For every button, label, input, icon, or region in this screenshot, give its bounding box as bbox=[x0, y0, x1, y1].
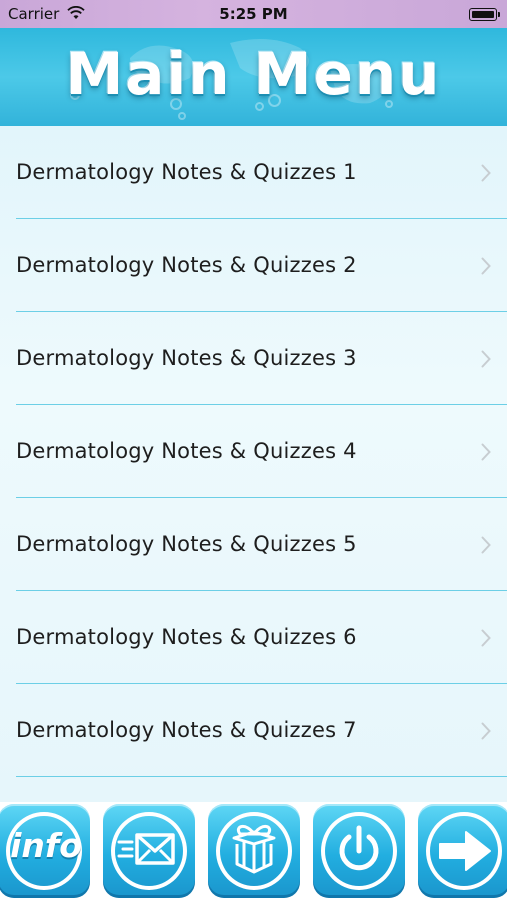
menu-item-label: Dermatology Notes & Quizzes 4 bbox=[16, 439, 357, 463]
power-icon bbox=[339, 825, 379, 871]
header-banner: Main Menu bbox=[0, 28, 507, 126]
arrow-right-icon bbox=[439, 831, 491, 871]
battery-icon bbox=[469, 8, 500, 21]
menu-item-7[interactable]: Dermatology Notes & Quizzes 7 bbox=[0, 684, 507, 777]
chevron-right-icon bbox=[481, 443, 491, 461]
chevron-right-icon bbox=[481, 629, 491, 647]
menu-item-label: Dermatology Notes & Quizzes 6 bbox=[16, 625, 357, 649]
chevron-right-icon bbox=[481, 722, 491, 740]
menu-item-label: Dermatology Notes & Quizzes 3 bbox=[16, 346, 357, 370]
gift-button[interactable] bbox=[208, 804, 300, 898]
menu-item-label: Dermatology Notes & Quizzes 5 bbox=[16, 532, 357, 556]
chevron-right-icon bbox=[481, 350, 491, 368]
info-button[interactable]: info bbox=[0, 804, 90, 898]
bottom-toolbar: info bbox=[0, 802, 507, 900]
chevron-right-icon bbox=[481, 164, 491, 182]
separator bbox=[16, 776, 507, 777]
status-bar: Carrier 5:25 PM bbox=[0, 0, 507, 28]
page-title: Main Menu bbox=[65, 40, 442, 108]
menu-item-2[interactable]: Dermatology Notes & Quizzes 2 bbox=[0, 219, 507, 312]
menu-item-label: Dermatology Notes & Quizzes 1 bbox=[16, 160, 357, 184]
menu-item-3[interactable]: Dermatology Notes & Quizzes 3 bbox=[0, 312, 507, 405]
chevron-right-icon bbox=[481, 257, 491, 275]
mail-icon bbox=[117, 833, 175, 865]
gift-icon bbox=[232, 825, 276, 874]
menu-item-6[interactable]: Dermatology Notes & Quizzes 6 bbox=[0, 591, 507, 684]
menu-item-label: Dermatology Notes & Quizzes 2 bbox=[16, 253, 357, 277]
menu-item-5[interactable]: Dermatology Notes & Quizzes 5 bbox=[0, 498, 507, 591]
menu-item-4[interactable]: Dermatology Notes & Quizzes 4 bbox=[0, 405, 507, 498]
menu-item-label: Dermatology Notes & Quizzes 7 bbox=[16, 718, 357, 742]
mail-button[interactable] bbox=[103, 804, 195, 898]
menu-item-1[interactable]: Dermatology Notes & Quizzes 1 bbox=[0, 126, 507, 219]
status-time: 5:25 PM bbox=[219, 5, 288, 23]
power-button[interactable] bbox=[313, 804, 405, 898]
next-button[interactable] bbox=[418, 804, 507, 898]
bubble-decoration bbox=[178, 112, 186, 120]
menu-list: Dermatology Notes & Quizzes 1 Dermatolog… bbox=[0, 126, 507, 802]
info-icon: info bbox=[10, 826, 82, 865]
chevron-right-icon bbox=[481, 536, 491, 554]
